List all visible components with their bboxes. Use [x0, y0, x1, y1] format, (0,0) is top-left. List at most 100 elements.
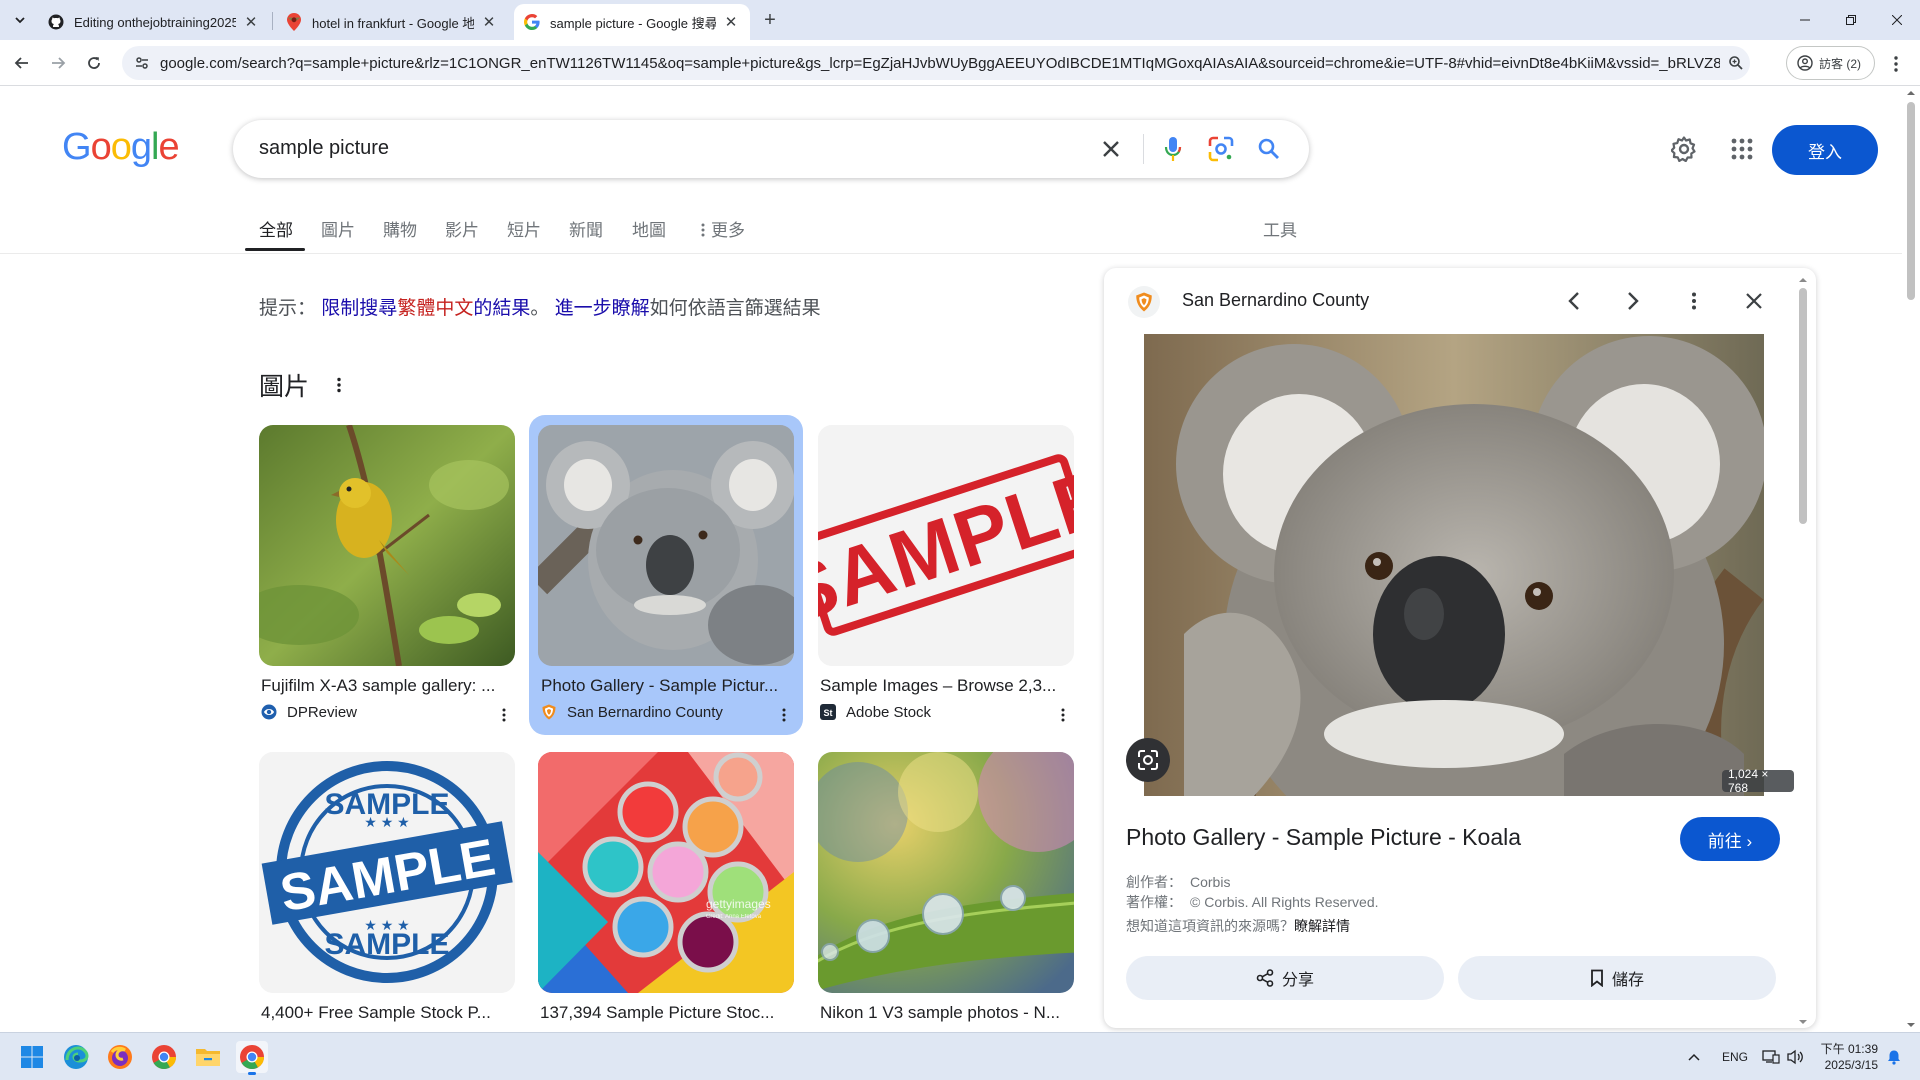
panel-image-title[interactable]: Photo Gallery - Sample Picture - Koala: [1126, 824, 1521, 851]
tab-search-button[interactable]: [8, 8, 32, 32]
image-result-source[interactable]: DPReview: [261, 703, 357, 721]
thumbnail-sample-stamp-red[interactable]: SAMPLE: [818, 425, 1074, 666]
panel-scrollbar[interactable]: [1796, 276, 1810, 1028]
page-scroll-thumb[interactable]: [1907, 102, 1915, 300]
panel-preview-image[interactable]: 1,024 × 768: [1104, 334, 1794, 796]
system-clock[interactable]: 下午 01:39 2025/3/15: [1808, 1041, 1878, 1073]
browser-menu-button[interactable]: [1888, 52, 1904, 76]
image-result-more-button[interactable]: [497, 705, 511, 725]
learn-more-link[interactable]: 進一步瞭解: [555, 298, 650, 319]
browser-tab-github[interactable]: Editing onthejobtraining2025 ✕: [38, 4, 270, 40]
google-apps-button[interactable]: [1726, 133, 1758, 165]
tray-overflow-button[interactable]: [1688, 1033, 1700, 1080]
minimize-button[interactable]: [1782, 0, 1828, 40]
sign-in-button[interactable]: 登入: [1772, 125, 1878, 175]
image-result-source[interactable]: St Adobe Stock: [820, 703, 931, 721]
tab-more[interactable]: 更多: [701, 216, 745, 241]
forward-button[interactable]: [46, 51, 70, 75]
thumbnail-water-drops[interactable]: [818, 752, 1074, 993]
browser-tab-google-search[interactable]: sample picture - Google 搜尋 ✕: [514, 4, 750, 40]
search-box[interactable]: sample picture: [233, 120, 1309, 178]
guest-profile-button[interactable]: 訪客 (2): [1786, 46, 1875, 80]
thumbnail-koala[interactable]: [538, 425, 794, 666]
thumbnail-paint-cans[interactable]: gettyimages Credit: Anna Efetova: [538, 752, 794, 993]
lens-search-button[interactable]: [1126, 738, 1170, 782]
window-close-button[interactable]: [1874, 0, 1920, 40]
image-result-card[interactable]: Fujifilm X-A3 sample gallery: ... DPRevi…: [259, 425, 515, 725]
close-panel-button[interactable]: [1738, 285, 1770, 317]
more-vert-icon: [1894, 56, 1898, 72]
share-button[interactable]: 分享: [1126, 956, 1444, 1000]
panel-more-button[interactable]: [1678, 285, 1710, 317]
search-input[interactable]: sample picture: [259, 137, 389, 160]
image-result-more-button[interactable]: [777, 705, 791, 725]
tab-news[interactable]: 新聞: [569, 216, 603, 241]
site-info-icon[interactable]: [130, 51, 154, 75]
image-result-title[interactable]: Nikon 1 V3 sample photos - N...: [820, 1003, 1070, 1023]
reload-button[interactable]: [82, 51, 106, 75]
tab-shopping[interactable]: 購物: [383, 216, 417, 241]
tab-images[interactable]: 圖片: [321, 216, 355, 241]
panel-source-name[interactable]: San Bernardino County: [1182, 290, 1369, 311]
image-result-card[interactable]: SAMPLE Sample Images – Browse 2,3... St …: [818, 425, 1074, 725]
browser-tab-maps[interactable]: hotel in frankfurt - Google 地圖 ✕: [276, 4, 508, 40]
panel-scroll-thumb[interactable]: [1799, 288, 1807, 524]
image-result-title[interactable]: 4,400+ Free Sample Stock P...: [261, 1003, 511, 1023]
page-scrollbar[interactable]: [1902, 86, 1920, 1032]
close-icon[interactable]: ✕: [480, 13, 498, 31]
images-section-more-button[interactable]: [330, 373, 348, 397]
new-tab-button[interactable]: +: [758, 8, 782, 32]
image-result-card[interactable]: Nikon 1 V3 sample photos - N...: [818, 752, 1074, 1032]
google-logo[interactable]: Google: [62, 126, 180, 169]
image-result-title[interactable]: Fujifilm X-A3 sample gallery: ...: [261, 676, 511, 696]
close-icon[interactable]: ✕: [722, 13, 740, 31]
zoom-icon[interactable]: [1726, 53, 1746, 73]
previous-image-button[interactable]: [1558, 285, 1590, 317]
volume-icon[interactable]: [1786, 1033, 1804, 1080]
camera-lens-icon: [1208, 136, 1234, 162]
tab-maps[interactable]: 地圖: [632, 216, 666, 241]
chrome-icon: [240, 1045, 264, 1070]
close-icon[interactable]: ✕: [242, 13, 260, 31]
image-result-card[interactable]: SAMPLE ★ ★ ★ SAMPLE ★ ★ ★ SAMPLE 4,400+ …: [259, 752, 515, 1032]
address-bar[interactable]: google.com/search?q=sample+picture&rlz=1…: [122, 46, 1750, 80]
next-image-button[interactable]: [1617, 285, 1649, 317]
image-result-card-selected[interactable]: Photo Gallery - Sample Pictur... San Ber…: [529, 415, 803, 735]
settings-button[interactable]: [1668, 133, 1700, 165]
tab-all[interactable]: 全部: [259, 216, 293, 241]
tools-button[interactable]: 工具: [1263, 216, 1297, 241]
copyright-label: 著作權：: [1126, 894, 1182, 910]
image-result-card[interactable]: gettyimages Credit: Anna Efetova 137,394…: [538, 752, 794, 1032]
image-result-source[interactable]: San Bernardino County: [541, 703, 723, 721]
back-button[interactable]: [10, 51, 34, 75]
image-result-title[interactable]: Photo Gallery - Sample Pictur...: [541, 676, 791, 696]
windows-start-icon: [21, 1046, 43, 1068]
taskbar-chrome[interactable]: [148, 1041, 180, 1073]
taskbar-edge[interactable]: [60, 1041, 92, 1073]
restrict-language-link[interactable]: 限制搜尋繁體中文的結果: [321, 298, 530, 319]
thumbnail-sample-stamp-blue[interactable]: SAMPLE ★ ★ ★ SAMPLE ★ ★ ★ SAMPLE: [259, 752, 515, 993]
tab-videos[interactable]: 影片: [445, 216, 479, 241]
network-icon[interactable]: [1762, 1033, 1780, 1080]
taskbar-firefox[interactable]: [104, 1041, 136, 1073]
image-result-more-button[interactable]: [1056, 705, 1070, 725]
clear-search-button[interactable]: [1095, 133, 1127, 165]
watermark-credit: Credit: Anna Efetova: [706, 914, 762, 920]
save-button[interactable]: 儲存: [1458, 956, 1776, 1000]
search-submit-button[interactable]: [1253, 133, 1285, 165]
google-lens-button[interactable]: [1205, 133, 1237, 165]
start-button[interactable]: [16, 1041, 48, 1073]
tab-short-videos[interactable]: 短片: [507, 216, 541, 241]
voice-search-button[interactable]: [1157, 133, 1189, 165]
image-result-title[interactable]: 137,394 Sample Picture Stoc...: [540, 1003, 790, 1023]
taskbar-file-explorer[interactable]: [192, 1041, 224, 1073]
learn-more-link[interactable]: 瞭解詳情: [1294, 918, 1350, 934]
visit-button[interactable]: 前往 ›: [1680, 817, 1780, 861]
notification-bell-icon[interactable]: [1886, 1033, 1902, 1080]
thumbnail-yellow-bird[interactable]: [259, 425, 515, 666]
image-result-title[interactable]: Sample Images – Browse 2,3...: [820, 676, 1070, 696]
restore-button[interactable]: [1828, 0, 1874, 40]
taskbar-chrome-active[interactable]: [236, 1041, 268, 1075]
input-language[interactable]: ENG: [1722, 1033, 1748, 1080]
scroll-down-icon: [1907, 1023, 1915, 1027]
